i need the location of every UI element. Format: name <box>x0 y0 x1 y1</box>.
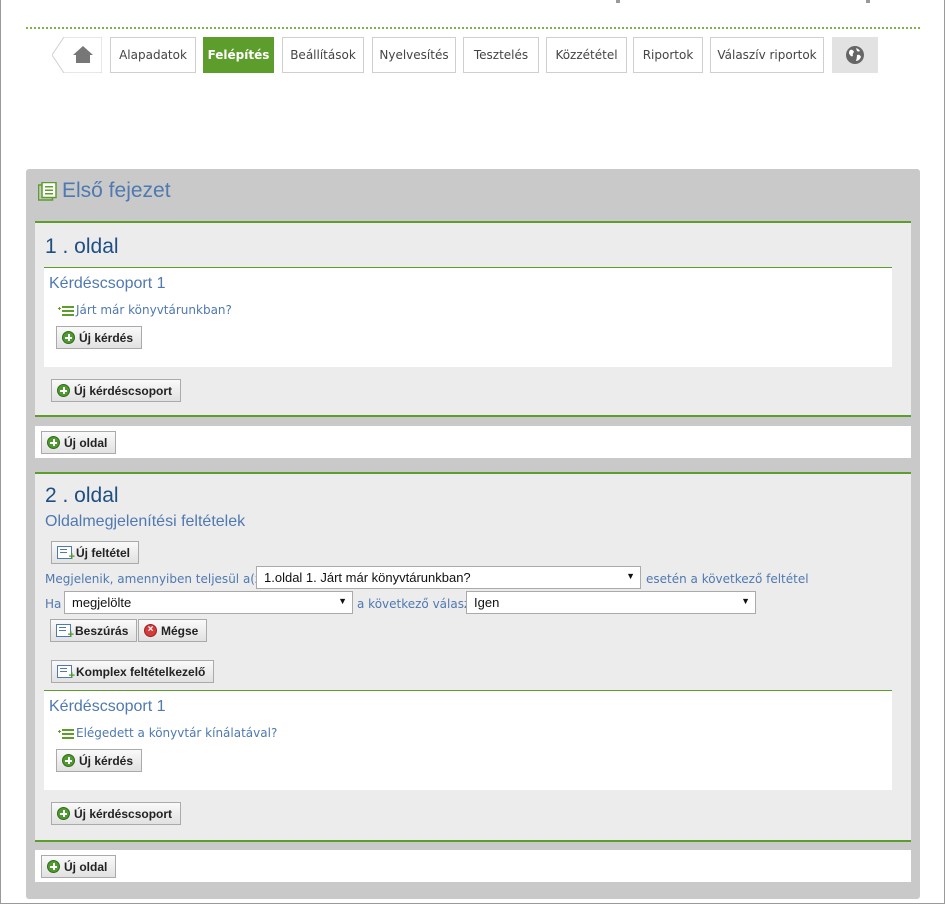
tab-beallitasok[interactable]: Beállítások <box>282 37 364 73</box>
add-icon <box>62 331 75 344</box>
group-title: Kérdéscsoport 1 <box>49 275 166 292</box>
tab-riportok[interactable]: Riportok <box>633 37 703 73</box>
new-page-strip: Új oldal <box>35 850 911 882</box>
button-label: Beszúrás <box>75 623 129 638</box>
add-icon <box>62 754 75 767</box>
chapter-icon <box>38 181 57 201</box>
top-edge-mark <box>616 0 620 3</box>
page-1: 1 . oldal Kérdéscsoport 1 Járt már könyv… <box>35 221 911 417</box>
insert-icon <box>56 624 74 641</box>
button-label: Új kérdés <box>79 753 134 768</box>
add-icon <box>47 860 60 873</box>
button-label: Mégse <box>161 623 199 638</box>
tab-nyelvesites[interactable]: Nyelvesítés <box>372 37 456 73</box>
condition-question-select[interactable]: 1.oldal 1. Járt már könyvtárunkban? ▼ <box>256 566 641 589</box>
header-divider <box>26 27 920 29</box>
add-condition-icon <box>57 546 75 563</box>
button-label: Új feltétel <box>76 545 131 560</box>
condition-prefix: Megjelenik, amennyiben teljesül a(z) <box>45 572 266 586</box>
question-text: Járt már könyvtárunkban? <box>76 303 232 317</box>
tab-kozzetetel[interactable]: Közzététel <box>546 37 627 73</box>
question-item[interactable]: Járt már könyvtárunkban? <box>58 303 232 317</box>
condition-suffix: esetén a következő feltétel <box>646 572 809 586</box>
chapter-title-text: Első fejezet <box>62 179 171 202</box>
globe-icon <box>846 46 864 64</box>
chevron-down-icon: ▼ <box>741 596 750 606</box>
answer-label: a következő válasz <box>357 597 471 611</box>
new-group-button[interactable]: Új kérdéscsoport <box>51 379 182 402</box>
state-select[interactable]: megjelölte ▼ <box>64 591 353 614</box>
tab-valasziv-riportok[interactable]: Válaszív riportok <box>710 37 824 73</box>
chevron-down-icon: ▼ <box>338 596 347 606</box>
page-2: 2 . oldal Oldalmegjelenítési feltételek … <box>35 472 911 842</box>
conditions-title: Oldalmegjelenítési feltételek <box>45 513 246 530</box>
question-text: Elégedett a könyvtár kínálatával? <box>76 726 278 740</box>
question-item[interactable]: Elégedett a könyvtár kínálatával? <box>58 726 277 740</box>
tab-alapadatok[interactable]: Alapadatok <box>110 37 196 73</box>
select-value: megjelölte <box>72 595 132 610</box>
chapter-panel: Első fejezet 1 . oldal Kérdéscsoport 1 J… <box>26 169 920 899</box>
new-condition-button[interactable]: Új feltétel <box>51 541 140 564</box>
insert-button[interactable]: Beszúrás <box>50 619 138 642</box>
new-question-button[interactable]: Új kérdés <box>56 326 143 349</box>
button-label: Új kérdéscsoport <box>74 806 173 821</box>
new-group-button[interactable]: Új kérdéscsoport <box>51 802 182 825</box>
button-label: Új oldal <box>64 859 108 874</box>
button-label: Új kérdéscsoport <box>74 383 173 398</box>
add-icon <box>57 384 70 397</box>
new-page-strip: Új oldal <box>35 426 911 458</box>
select-value: 1.oldal 1. Járt már könyvtárunkban? <box>264 570 471 585</box>
new-page-button[interactable]: Új oldal <box>41 855 117 878</box>
button-label: Új oldal <box>64 435 108 450</box>
question-group: Kérdéscsoport 1 Elégedett a könyvtár kín… <box>44 690 892 790</box>
new-page-button[interactable]: Új oldal <box>41 431 117 454</box>
new-question-button[interactable]: Új kérdés <box>56 749 143 772</box>
page-title: 2 . oldal <box>45 484 119 507</box>
cancel-button[interactable]: × Mégse <box>138 619 208 642</box>
tab-teszteles[interactable]: Tesztelés <box>463 37 539 73</box>
add-icon <box>57 807 70 820</box>
if-label: Ha <box>45 597 62 611</box>
language-button[interactable] <box>832 37 878 73</box>
button-label: Új kérdés <box>79 330 134 345</box>
group-title: Kérdéscsoport 1 <box>49 698 166 715</box>
question-group: Kérdéscsoport 1 Járt már könyvtárunkban?… <box>44 267 892 367</box>
chevron-down-icon: ▼ <box>626 571 635 581</box>
close-icon: × <box>144 624 157 637</box>
list-icon <box>58 728 74 739</box>
page-title: 1 . oldal <box>45 235 119 258</box>
home-button[interactable] <box>51 36 103 74</box>
chapter-title: Első fejezet <box>38 179 171 203</box>
select-value: Igen <box>474 595 500 610</box>
answer-select[interactable]: Igen ▼ <box>466 591 756 614</box>
list-icon <box>58 305 74 316</box>
complex-condition-button[interactable]: Komplex feltételkezelő <box>51 660 215 683</box>
tab-felepites[interactable]: Felépítés <box>203 37 274 73</box>
complex-condition-icon <box>57 665 75 682</box>
top-edge-mark <box>866 0 870 3</box>
home-icon <box>51 36 103 74</box>
add-icon <box>47 436 60 449</box>
button-label: Komplex feltételkezelő <box>76 664 206 679</box>
